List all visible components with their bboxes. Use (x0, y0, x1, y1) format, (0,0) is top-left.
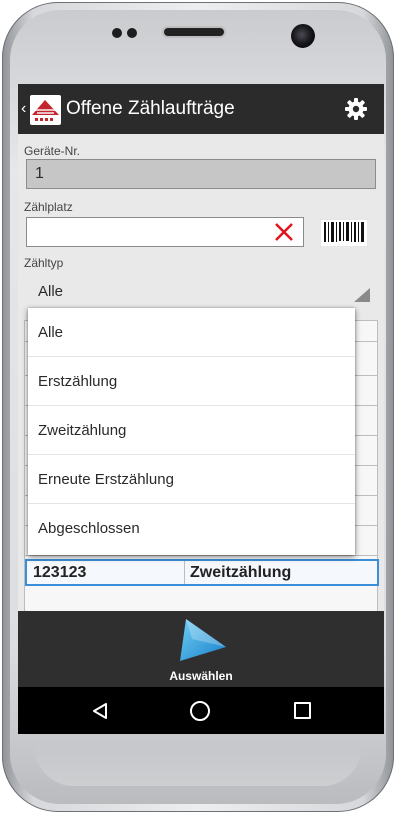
action-panel: Auswählen (18, 611, 384, 687)
gear-icon[interactable] (344, 97, 368, 121)
dropdown-option-abgeschlossen[interactable]: Abgeschlossen (28, 504, 355, 553)
android-nav-bar (18, 687, 384, 734)
dropdown-option-erstzaehlung[interactable]: Erstzählung (28, 357, 355, 406)
app-screen: ‹ Offene Zählaufträge Geräte-Nr. 1 Zählp… (18, 84, 384, 734)
dropdown-option-zweitzaehlung[interactable]: Zweitzählung (28, 406, 355, 455)
order-number-cell: 123123 (33, 564, 87, 581)
back-chevron-icon[interactable]: ‹ (21, 100, 29, 118)
location-input[interactable] (26, 217, 304, 247)
barcode-scan-icon[interactable] (319, 218, 369, 248)
table-row-selected[interactable]: 123123 Zweitzählung (25, 559, 379, 586)
clear-icon[interactable] (273, 221, 295, 243)
sensor-dot (112, 28, 122, 38)
count-type-dropdown: Alle Erstzählung Zweitzählung Erneute Er… (28, 308, 355, 555)
order-type-cell: Zweitzählung (190, 564, 292, 581)
earpiece-speaker (162, 26, 226, 38)
location-label: Zählplatz (24, 200, 73, 214)
sensor-dot (127, 28, 137, 38)
phone-chin (34, 746, 362, 786)
count-type-label: Zähltyp (24, 256, 64, 270)
dropdown-option-erneute-erstzaehlung[interactable]: Erneute Erstzählung (28, 455, 355, 504)
count-type-value: Alle (38, 283, 64, 300)
column-divider (184, 561, 185, 584)
play-icon[interactable] (178, 617, 230, 663)
nav-recents-icon[interactable] (294, 702, 311, 719)
page-title: Offene Zählaufträge (66, 98, 235, 119)
count-type-select[interactable]: Alle (26, 278, 376, 306)
table-row-divider (25, 555, 377, 556)
nav-back-icon[interactable] (92, 703, 108, 724)
dropdown-option-alle[interactable]: Alle (28, 308, 355, 357)
app-logo-icon (30, 95, 61, 125)
device-number-label: Geräte-Nr. (24, 144, 81, 158)
app-bar: ‹ Offene Zählaufträge (18, 84, 384, 134)
front-camera (291, 24, 315, 48)
device-number-field: 1 (26, 159, 376, 189)
select-button-label[interactable]: Auswählen (18, 669, 384, 683)
dropdown-arrow-icon (354, 288, 370, 302)
nav-home-icon[interactable] (190, 701, 210, 721)
